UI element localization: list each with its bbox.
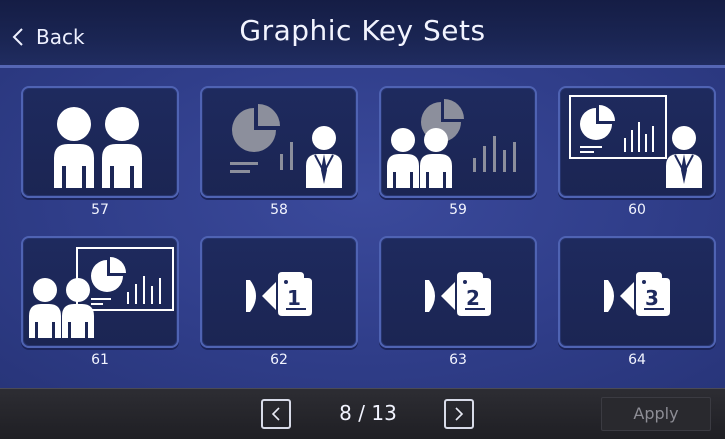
header-bar: Back Graphic Key Sets — [0, 0, 725, 68]
footer-bar: 8 / 13 Apply — [0, 388, 725, 439]
chevron-left-icon — [271, 407, 280, 421]
next-page-button[interactable] — [444, 399, 474, 429]
camera-1-icon: 1 — [246, 272, 312, 316]
previous-page-button[interactable] — [261, 399, 291, 429]
graphic-key-tile-62[interactable]: 1 — [200, 236, 358, 348]
graphic-key-tile-64[interactable]: 3 — [558, 236, 716, 348]
camera-number-1: 1 — [287, 286, 301, 310]
chevron-right-icon — [455, 407, 464, 421]
two-persons-screen-icon — [29, 247, 174, 338]
tile-label-61: 61 — [91, 352, 109, 368]
tile-label-57: 57 — [91, 202, 109, 218]
tile-label-64: 64 — [628, 352, 646, 368]
camera-number-3: 3 — [645, 286, 659, 310]
apply-button[interactable]: Apply — [601, 397, 711, 431]
camera-number-2: 2 — [466, 286, 480, 310]
tile-label-59: 59 — [449, 202, 467, 218]
presenter-screen-icon — [569, 95, 702, 188]
graphic-key-tile-59[interactable] — [379, 86, 537, 198]
graphic-key-tile-57[interactable] — [21, 86, 179, 198]
tile-label-60: 60 — [628, 202, 646, 218]
two-persons-pie-chart-icon — [387, 99, 516, 188]
tile-label-62: 62 — [270, 352, 288, 368]
tile-label-63: 63 — [449, 352, 467, 368]
page-title: Graphic Key Sets — [239, 14, 486, 47]
two-persons-icon — [54, 107, 142, 188]
graphic-key-tile-61[interactable] — [21, 236, 179, 348]
graphic-key-tile-60[interactable] — [558, 86, 716, 198]
presenter-pie-chart-icon — [230, 104, 342, 188]
camera-2-icon: 2 — [425, 272, 491, 316]
tile-label-58: 58 — [270, 202, 288, 218]
camera-3-icon: 3 — [604, 272, 670, 316]
page-indicator: 8 / 13 — [339, 401, 397, 425]
graphic-key-grid: 57 58 59 60 61 1 62 2 63 3 64 — [0, 68, 725, 388]
graphic-key-tile-58[interactable] — [200, 86, 358, 198]
graphic-key-tile-63[interactable]: 2 — [379, 236, 537, 348]
